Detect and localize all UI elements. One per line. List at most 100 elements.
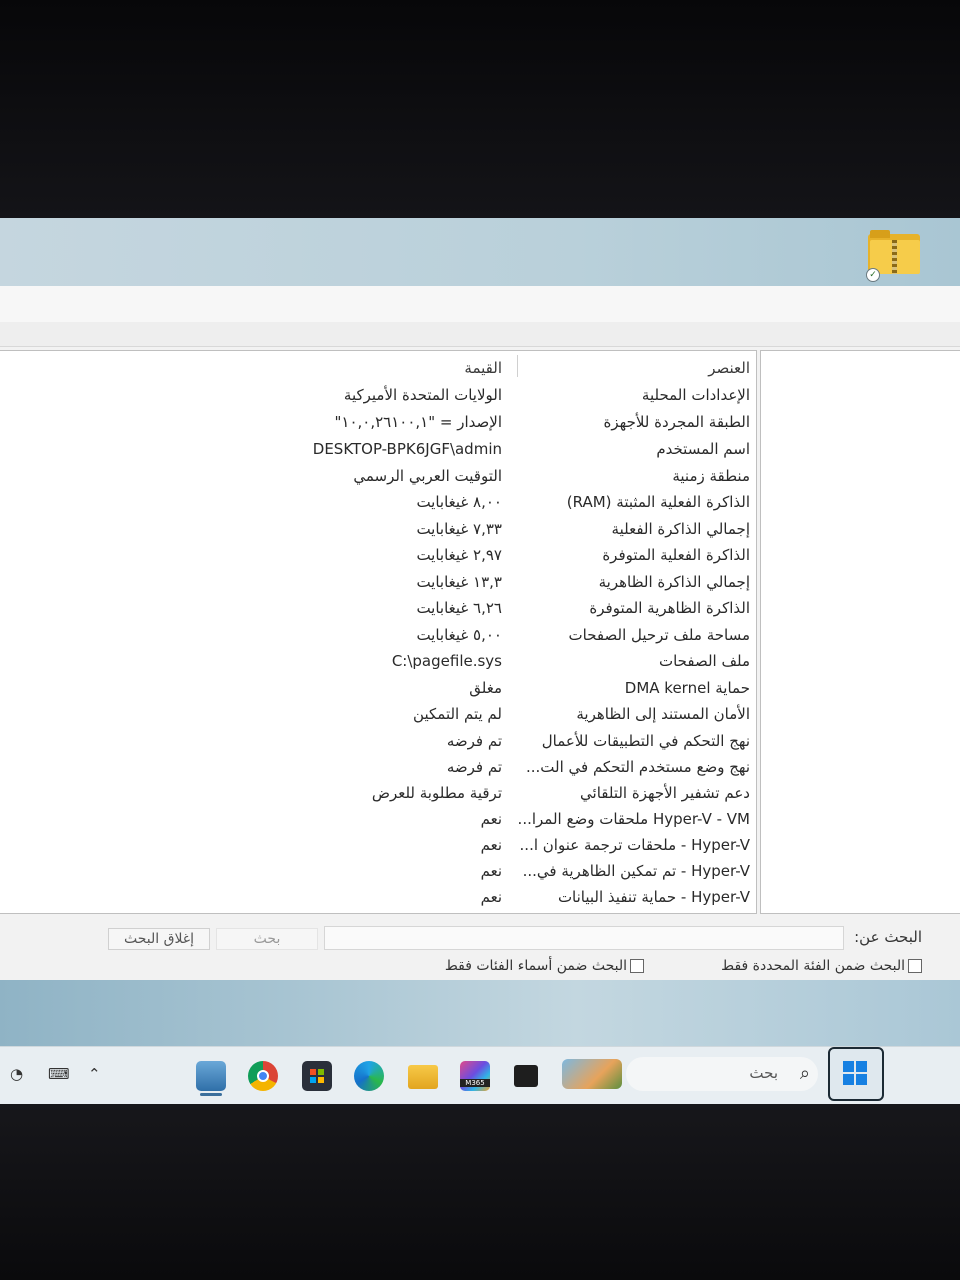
table-row[interactable]: Hyper-V - ملحقات ترجمة عنوان ا... نعم	[0, 832, 756, 858]
row-item: ملف الصفحات	[658, 652, 750, 670]
row-value: C:\pagefile.sys	[391, 652, 502, 670]
list-header-row: العنصر القيمة	[0, 355, 756, 381]
checkbox-box[interactable]	[908, 959, 922, 973]
close-find-button[interactable]: إغلاق البحث	[108, 928, 210, 950]
row-value: نعم	[480, 836, 502, 854]
network-icon[interactable]: ◔	[10, 1065, 23, 1083]
row-value: ٢,٩٧ غيغابايت	[416, 546, 502, 564]
table-row[interactable]: نهج التحكم في التطبيقات للأعمال تم فرضه	[0, 728, 756, 754]
row-item: منطقة زمنية	[672, 467, 750, 485]
row-value: ١٣,٣ غيغابايت	[416, 573, 502, 591]
row-value: ترقية مطلوبة للعرض	[371, 784, 502, 802]
desktop-background: ✓	[0, 218, 960, 286]
row-value: التوقيت العربي الرسمي	[353, 467, 502, 485]
table-row[interactable]: الأمان المستند إلى الظاهرية لم يتم التمك…	[0, 701, 756, 727]
checkbox-label: البحث ضمن الفئة المحددة فقط	[721, 958, 905, 974]
edge-icon[interactable]	[354, 1061, 384, 1091]
terminal-icon[interactable]	[514, 1065, 538, 1087]
table-row[interactable]: دعم تشفير الأجهزة التلقائي ترقية مطلوبة …	[0, 780, 756, 806]
table-row[interactable]: Hyper-V - حماية تنفيذ البيانات نعم	[0, 884, 756, 910]
keyboard-layout-icon[interactable]: ⌨	[48, 1065, 70, 1083]
row-item: إجمالي الذاكرة الظاهرية	[598, 573, 750, 591]
m365-icon[interactable]: M365	[460, 1061, 490, 1091]
row-item: الطبقة المجردة للأجهزة	[603, 413, 750, 431]
row-item: حماية DMA kernel	[624, 679, 750, 697]
search-label: البحث عن:	[854, 928, 922, 946]
row-item: نهج التحكم في التطبيقات للأعمال	[541, 732, 750, 750]
window-menu-strip	[0, 322, 960, 347]
row-item: دعم تشفير الأجهزة التلقائي	[580, 784, 750, 802]
taskbar-search-box[interactable]: ⌕ بحث	[626, 1057, 818, 1091]
row-value: الإصدار = "١٠,٠,٢٦١٠٠,١"	[334, 413, 502, 431]
m365-label: M365	[460, 1079, 490, 1087]
table-row[interactable]: الإعدادات المحلية الولايات المتحدة الأمي…	[0, 382, 756, 408]
screen-bezel-top	[0, 0, 960, 222]
category-tree-panel[interactable]	[760, 350, 960, 914]
row-item: Hyper-V - تم تمكين الظاهرية في...	[522, 862, 750, 880]
checkbox-box[interactable]	[630, 959, 644, 973]
table-row[interactable]: الذاكرة الفعلية المثبتة (RAM) ٨,٠٠ غيغاب…	[0, 489, 756, 515]
file-explorer-icon[interactable]	[408, 1065, 438, 1089]
column-separator[interactable]	[517, 355, 518, 377]
row-item: الأمان المستند إلى الظاهرية	[576, 705, 750, 723]
widget-icon[interactable]	[562, 1059, 622, 1089]
column-header-item[interactable]: العنصر	[512, 355, 750, 381]
row-value: ٦,٢٦ غيغابايت	[416, 599, 502, 617]
table-row[interactable]: اسم المستخدم DESKTOP-BPK6JGF\admin	[0, 436, 756, 462]
screen-bezel-bottom	[0, 1104, 960, 1280]
row-item: Hyper-V - VM ملحقات وضع المرا...	[517, 810, 750, 828]
row-value: ٥,٠٠ غيغابايت	[416, 626, 502, 644]
system-info-icon[interactable]	[196, 1061, 226, 1096]
checkbox-label: البحث ضمن أسماء الفئات فقط	[444, 958, 627, 974]
system-information-window: العنصر القيمة الإعدادات المحلية الولايات…	[0, 286, 960, 980]
chrome-icon[interactable]	[248, 1061, 278, 1091]
row-item: الإعدادات المحلية	[641, 386, 750, 404]
zip-folder-icon[interactable]: ✓	[866, 230, 922, 282]
table-row[interactable]: ملف الصفحات C:\pagefile.sys	[0, 648, 756, 674]
search-icon: ⌕	[799, 1063, 810, 1084]
row-value: DESKTOP-BPK6JGF\admin	[312, 440, 502, 458]
row-item: الذاكرة الفعلية المتوفرة	[602, 546, 750, 564]
row-value: تم فرضه	[446, 732, 502, 750]
row-value: نعم	[480, 888, 502, 906]
search-category-names-checkbox[interactable]: البحث ضمن أسماء الفئات فقط	[445, 958, 644, 974]
find-button[interactable]: بحث	[216, 928, 318, 950]
row-item: مساحة ملف ترحيل الصفحات	[568, 626, 750, 644]
chevron-up-icon[interactable]: ⌃	[88, 1065, 101, 1083]
row-value: ٧,٣٣ غيغابايت	[416, 520, 502, 538]
store-icon[interactable]	[302, 1061, 332, 1091]
row-item: الذاكرة الفعلية المثبتة (RAM)	[566, 493, 750, 511]
column-header-value[interactable]: القيمة	[242, 355, 502, 381]
details-list-panel[interactable]: العنصر القيمة الإعدادات المحلية الولايات…	[0, 350, 757, 914]
search-input[interactable]	[324, 926, 844, 950]
row-item: الذاكرة الظاهرية المتوفرة	[589, 599, 750, 617]
row-item: Hyper-V - حماية تنفيذ البيانات	[557, 888, 750, 906]
table-row[interactable]: حماية DMA kernel مغلق	[0, 675, 756, 701]
search-bar: البحث عن: بحث إغلاق البحث البحث ضمن الفئ…	[0, 920, 960, 980]
table-row[interactable]: الذاكرة الفعلية المتوفرة ٢,٩٧ غيغابايت	[0, 542, 756, 568]
row-item: نهج وضع مستخدم التحكم في الت...	[525, 758, 750, 776]
row-value: مغلق	[469, 679, 502, 697]
sync-check-icon: ✓	[866, 268, 880, 282]
windows-start-icon[interactable]	[828, 1047, 884, 1101]
taskbar-search-placeholder: بحث	[749, 1064, 778, 1082]
row-value: الولايات المتحدة الأميركية	[343, 386, 502, 404]
window-toolbar	[0, 286, 960, 322]
table-row[interactable]: مساحة ملف ترحيل الصفحات ٥,٠٠ غيغابايت	[0, 622, 756, 648]
screen: ✓ العنصر القيمة الإعدادات المحلية الولاي…	[0, 218, 960, 1104]
table-row[interactable]: إجمالي الذاكرة الظاهرية ١٣,٣ غيغابايت	[0, 569, 756, 595]
table-row[interactable]: نهج وضع مستخدم التحكم في الت... تم فرضه	[0, 754, 756, 780]
table-row[interactable]: الطبقة المجردة للأجهزة الإصدار = "١٠,٠,٢…	[0, 409, 756, 435]
row-item: إجمالي الذاكرة الفعلية	[611, 520, 750, 538]
search-selected-category-checkbox[interactable]: البحث ضمن الفئة المحددة فقط	[721, 958, 922, 974]
row-value: ٨,٠٠ غيغابايت	[416, 493, 502, 511]
table-row[interactable]: منطقة زمنية التوقيت العربي الرسمي	[0, 463, 756, 489]
table-row[interactable]: إجمالي الذاكرة الفعلية ٧,٣٣ غيغابايت	[0, 516, 756, 542]
row-value: لم يتم التمكين	[413, 705, 502, 723]
table-row[interactable]: الذاكرة الظاهرية المتوفرة ٦,٢٦ غيغابايت	[0, 595, 756, 621]
desktop-wallpaper	[0, 980, 960, 1046]
row-value: نعم	[480, 810, 502, 828]
table-row[interactable]: Hyper-V - VM ملحقات وضع المرا... نعم	[0, 806, 756, 832]
table-row[interactable]: Hyper-V - تم تمكين الظاهرية في... نعم	[0, 858, 756, 884]
row-value: نعم	[480, 862, 502, 880]
